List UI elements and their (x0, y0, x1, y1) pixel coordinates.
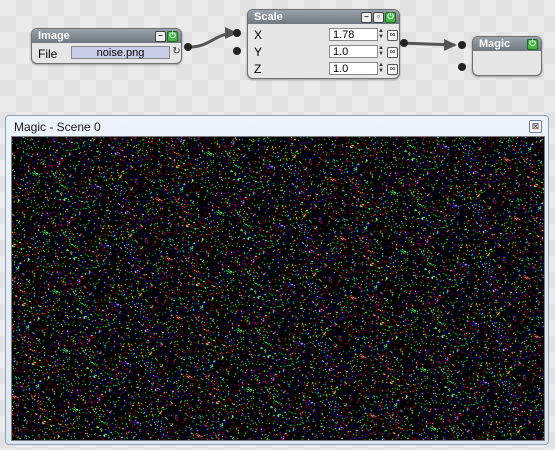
y-spin-arrows-icon[interactable]: ▲ ▼ (377, 45, 385, 58)
viewer-window-title: Magic - Scene 0 (14, 120, 101, 134)
scale-row-x: X 1.78 ▲ ▼ ∞ (248, 26, 399, 43)
x-link-icon[interactable]: ∞ (387, 30, 398, 41)
z-label: Z (254, 62, 262, 76)
scale-row-y: Y 1.0 ▲ ▼ ∞ (248, 43, 399, 60)
scale-node[interactable]: Scale – ▫ ⏻ X 1.78 ▲ ▼ ∞ Y 1.0 ▲ ▼ ∞ Z 1.0… (247, 9, 400, 79)
minimize-icon[interactable]: – (361, 12, 372, 23)
y-link-icon[interactable]: ∞ (387, 47, 398, 58)
power-icon[interactable]: ⏻ (167, 31, 178, 42)
y-label: Y (254, 45, 263, 59)
file-field[interactable]: noise.png (71, 46, 170, 59)
noise-image (12, 137, 544, 440)
file-row: File noise.png ↻ (32, 45, 181, 62)
file-label: File (38, 47, 58, 61)
maximize-icon[interactable]: ▫ (373, 12, 384, 23)
viewer-window[interactable]: Magic - Scene 0 ⊠ (5, 115, 549, 445)
image-node-title: Image (38, 30, 70, 42)
scale-node-title: Scale (254, 11, 283, 23)
image-node[interactable]: Image – ⏻ File noise.png ↻ (31, 28, 182, 64)
magic-node-header[interactable]: Magic ⏻ (473, 37, 541, 51)
minimize-icon[interactable]: – (155, 31, 166, 42)
power-icon[interactable]: ⏻ (385, 12, 396, 23)
x-value-field[interactable]: 1.78 (329, 28, 378, 41)
scale-input-port-y[interactable] (233, 47, 241, 55)
z-link-icon[interactable]: ∞ (387, 64, 398, 75)
connection-arrow-magic (444, 39, 457, 51)
magic-node-title: Magic (479, 38, 511, 50)
y-value-field[interactable]: 1.0 (329, 45, 378, 58)
scale-output-port[interactable] (400, 39, 408, 47)
magic-input-port-2[interactable] (458, 63, 466, 71)
power-icon[interactable]: ⏻ (527, 39, 538, 50)
magic-node[interactable]: Magic ⏻ (472, 36, 542, 76)
image-output-port[interactable] (184, 43, 192, 51)
noise-render-canvas[interactable] (11, 136, 545, 441)
scale-row-z: Z 1.0 ▲ ▼ ∞ (248, 60, 399, 77)
x-label: X (254, 28, 263, 42)
scale-node-header[interactable]: Scale – ▫ ⏻ (248, 10, 399, 24)
z-value-field[interactable]: 1.0 (329, 62, 378, 75)
image-node-header[interactable]: Image – ⏻ (32, 29, 181, 43)
magic-input-port-1[interactable] (458, 41, 466, 49)
x-spin-arrows-icon[interactable]: ▲ ▼ (377, 28, 385, 41)
scale-input-port-x[interactable] (233, 29, 241, 37)
reload-icon[interactable]: ↻ (172, 47, 181, 57)
z-spin-arrows-icon[interactable]: ▲ ▼ (377, 62, 385, 75)
close-icon[interactable]: ⊠ (529, 120, 542, 133)
